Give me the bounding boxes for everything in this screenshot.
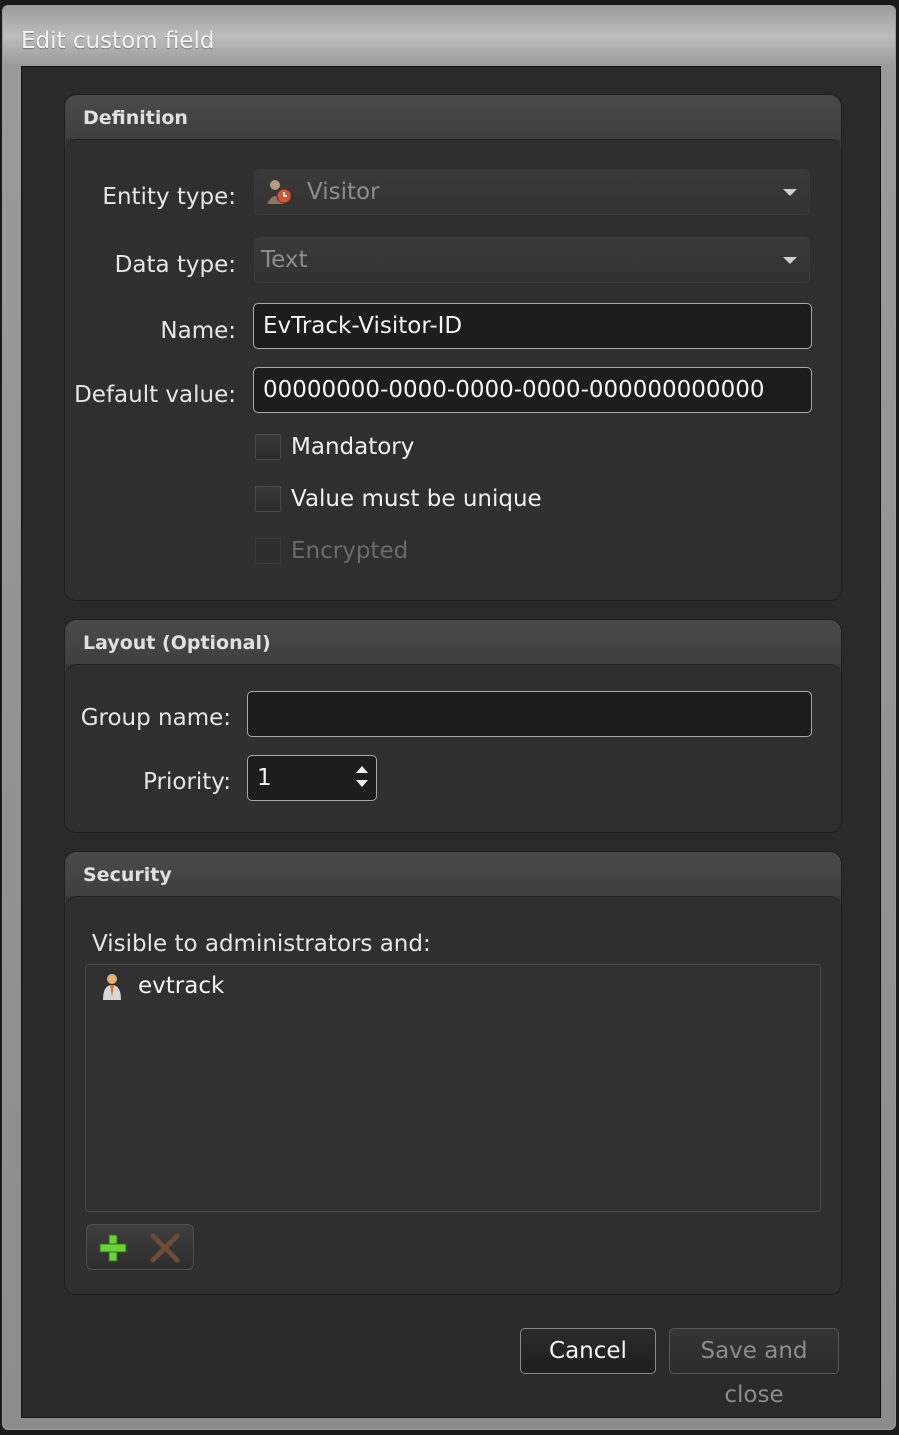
group-name-input[interactable]: [247, 691, 812, 737]
name-value: EvTrack-Visitor-ID: [263, 313, 463, 339]
users-list[interactable]: evtrack: [85, 964, 821, 1212]
chevron-down-icon: [783, 189, 797, 196]
entity-type-select[interactable]: Visitor: [254, 169, 810, 215]
encrypted-label: Encrypted: [291, 538, 409, 564]
chevron-down-icon: [783, 257, 797, 264]
arrow-down-icon[interactable]: [356, 780, 368, 787]
security-title: Security: [83, 864, 172, 886]
name-label: Name:: [160, 318, 236, 344]
priority-value: 1: [257, 765, 272, 791]
arrow-up-icon[interactable]: [356, 766, 368, 773]
group-name-label: Group name:: [80, 705, 231, 731]
mandatory-checkbox[interactable]: [255, 434, 281, 460]
entity-type-label: Entity type:: [102, 184, 236, 210]
definition-section: Definition Entity type: Visitor Data typ…: [64, 94, 842, 601]
priority-label: Priority:: [143, 769, 231, 795]
stepper-arrows[interactable]: [356, 764, 370, 792]
entity-type-value: Visitor: [307, 179, 380, 205]
visitor-icon: [267, 180, 292, 204]
data-type-label: Data type:: [114, 252, 236, 278]
security-header: Security: [65, 852, 841, 896]
unique-label[interactable]: Value must be unique: [291, 486, 542, 512]
default-value-value: 00000000-0000-0000-0000-000000000000: [263, 377, 765, 403]
definition-header: Definition: [65, 95, 841, 139]
dialog-body: Definition Entity type: Visitor Data typ…: [21, 66, 881, 1418]
cancel-button[interactable]: Cancel: [520, 1328, 656, 1374]
visible-to-label: Visible to administrators and:: [92, 931, 431, 957]
definition-title: Definition: [83, 107, 188, 129]
default-value-input[interactable]: 00000000-0000-0000-0000-000000000000: [253, 367, 812, 413]
data-type-select[interactable]: Text: [254, 237, 810, 283]
definition-body: Entity type: Visitor Data type: Text Nam…: [65, 139, 841, 600]
title-bar[interactable]: Edit custom field: [3, 6, 895, 68]
data-type-value: Text: [261, 247, 308, 273]
x-icon[interactable]: [147, 1231, 183, 1265]
user-icon: [103, 974, 121, 1000]
layout-header: Layout (Optional): [65, 620, 841, 664]
layout-section: Layout (Optional) Group name: Priority: …: [64, 619, 842, 833]
unique-checkbox[interactable]: [255, 486, 281, 512]
encrypted-checkbox: [255, 538, 281, 564]
save-and-close-button[interactable]: Save and close: [669, 1328, 839, 1408]
priority-stepper[interactable]: 1: [247, 755, 377, 801]
layout-body: Group name: Priority: 1: [65, 664, 841, 832]
dialog-title: Edit custom field: [21, 28, 215, 54]
layout-title: Layout (Optional): [83, 632, 271, 654]
user-name: evtrack: [138, 973, 225, 999]
edit-custom-field-dialog: Edit custom field Definition Entity type…: [2, 5, 896, 1430]
security-section: Security Visible to administrators and: …: [64, 851, 842, 1295]
default-value-label: Default value:: [74, 382, 236, 408]
mandatory-label[interactable]: Mandatory: [291, 434, 414, 460]
name-input[interactable]: EvTrack-Visitor-ID: [253, 303, 812, 349]
plus-icon[interactable]: [95, 1231, 131, 1265]
users-toolbar: [86, 1224, 194, 1270]
